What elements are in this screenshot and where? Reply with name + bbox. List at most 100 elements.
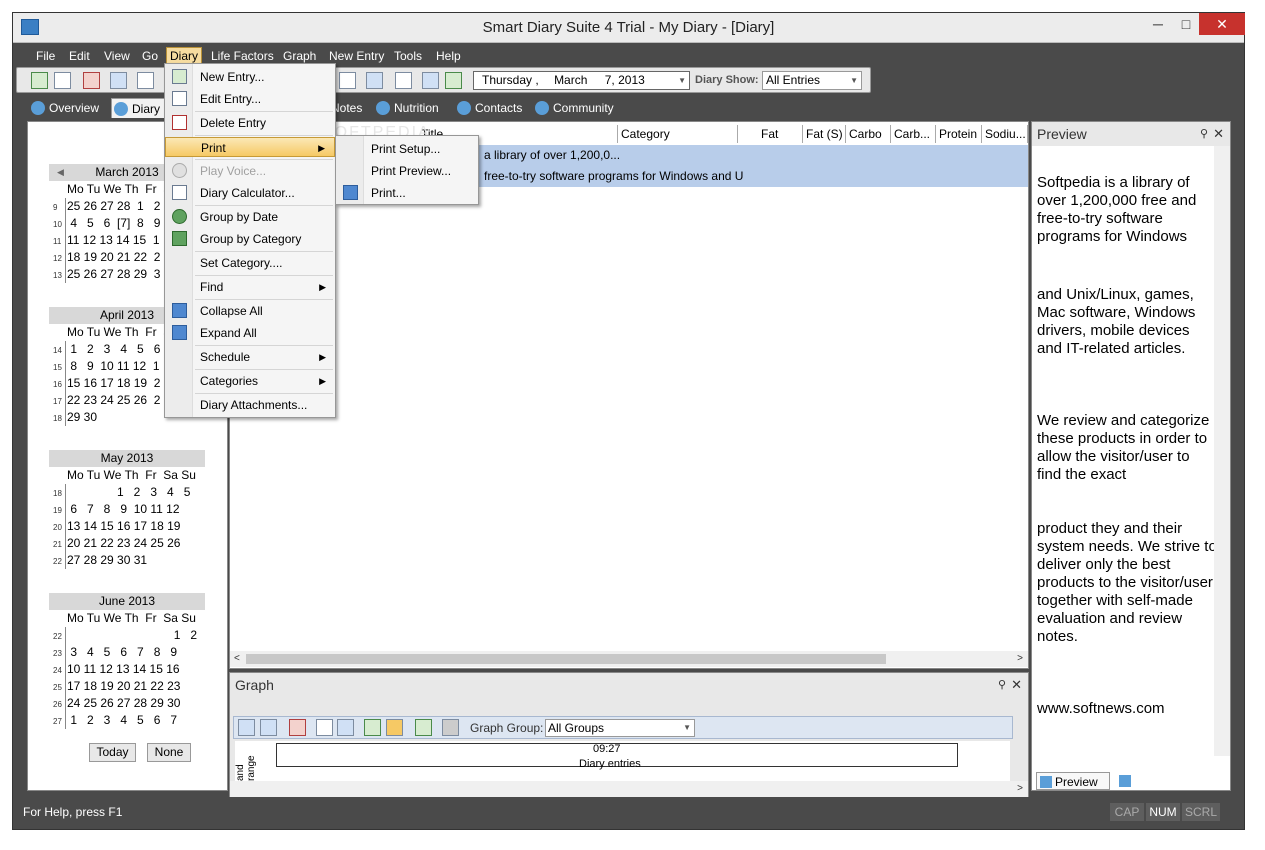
menu-file[interactable]: File: [33, 48, 58, 65]
minimize-button[interactable]: ─: [1143, 13, 1173, 35]
pin-icon[interactable]: ⚲: [998, 673, 1006, 697]
menu-view[interactable]: View: [101, 48, 133, 65]
column-carbo[interactable]: Carbo: [846, 125, 891, 143]
close-icon[interactable]: ✕: [1011, 673, 1022, 697]
day-cells[interactable]: 20 21 22 23 24 25 26: [67, 535, 180, 552]
date-picker[interactable]: Thursday , March 7, 2013 ▼: [473, 71, 690, 90]
day-cells[interactable]: 8 9 10 11 12 1: [67, 358, 159, 375]
close-icon[interactable]: ✕: [1213, 122, 1224, 146]
tab-community[interactable]: Community: [535, 98, 614, 118]
day-cells[interactable]: 25 26 27 28 1 2: [67, 198, 160, 215]
preview-vertical-scrollbar[interactable]: [1214, 146, 1230, 756]
menu-item-schedule[interactable]: Schedule ▶: [165, 347, 335, 367]
day-cells[interactable]: 17 18 19 20 21 22 23: [67, 678, 180, 695]
day-cells[interactable]: 1 2: [67, 627, 197, 644]
menu-item-group-by-date[interactable]: Group by Date: [165, 207, 335, 227]
menu-item-set-category[interactable]: Set Category....: [165, 253, 335, 273]
bar-chart-icon[interactable]: [364, 719, 381, 736]
table-view-icon[interactable]: [366, 72, 383, 89]
menu-item-expand-all[interactable]: Expand All: [165, 323, 335, 343]
scroll-right-icon[interactable]: >: [1017, 783, 1023, 794]
day-cells[interactable]: 29 30: [67, 409, 97, 426]
column-carb[interactable]: Carb...: [891, 125, 936, 143]
day-cells[interactable]: 15 16 17 18 19 2: [67, 375, 160, 392]
tab-overview[interactable]: Overview: [31, 98, 99, 118]
line-chart-icon[interactable]: [386, 719, 403, 736]
binoculars-icon[interactable]: [339, 72, 356, 89]
menu-item-print[interactable]: Print ▶: [165, 137, 335, 157]
column-protein[interactable]: Protein: [936, 125, 982, 143]
close-button[interactable]: ✕: [1199, 13, 1245, 35]
menu-tools[interactable]: Tools: [391, 48, 425, 65]
column-fat[interactable]: Fat: [758, 125, 803, 143]
menu-item-delete-entry[interactable]: Delete Entry: [165, 113, 335, 133]
day-cells[interactable]: 27 28 29 30 31: [67, 552, 147, 569]
scroll-right-icon[interactable]: >: [1017, 653, 1023, 664]
tab-life-factors[interactable]: Life Factors: [1116, 772, 1197, 790]
menu-item-diary-attachments[interactable]: Diary Attachments...: [165, 395, 335, 415]
save-icon[interactable]: [337, 719, 354, 736]
edit-entry-icon[interactable]: [54, 72, 71, 89]
collapse-icon[interactable]: [422, 72, 439, 89]
new-entry-icon[interactable]: [31, 72, 48, 89]
menu-item-edit-entry[interactable]: Edit Entry...: [165, 89, 335, 109]
menu-go[interactable]: Go: [139, 48, 161, 65]
day-cells[interactable]: 24 25 26 27 28 29 30: [67, 695, 180, 712]
menu-item-find[interactable]: Find ▶: [165, 277, 335, 297]
chart-options-icon[interactable]: [415, 719, 432, 736]
print-chart-icon[interactable]: [442, 719, 459, 736]
preview-link[interactable]: www.softnews.com: [1037, 700, 1217, 718]
tab-preview[interactable]: Preview: [1036, 772, 1110, 790]
menu-item-print-preview[interactable]: Print Preview...: [336, 161, 478, 181]
menu-item-categories[interactable]: Categories ▶: [165, 371, 335, 391]
menu-edit[interactable]: Edit: [66, 48, 93, 65]
grid-horizontal-scrollbar[interactable]: < >: [230, 651, 1028, 667]
menu-diary[interactable]: Diary: [166, 47, 203, 64]
delete-entry-icon[interactable]: [83, 72, 100, 89]
expand-icon[interactable]: [445, 72, 462, 89]
graph-group-select[interactable]: All Groups ▼: [545, 719, 695, 737]
day-cells[interactable]: 25 26 27 28 29 3: [67, 266, 160, 283]
menu-item-collapse-all[interactable]: Collapse All: [165, 301, 335, 321]
menu-item-new-entry[interactable]: New Entry...: [165, 67, 335, 87]
none-button[interactable]: None: [147, 743, 191, 762]
zoom-out-icon[interactable]: [260, 719, 277, 736]
day-cells[interactable]: 1 2 3 4 5 6: [67, 341, 160, 358]
column-fat-s[interactable]: Fat (S): [803, 125, 846, 143]
day-cells[interactable]: 18 19 20 21 22 2: [67, 249, 160, 266]
day-cells[interactable]: 22 23 24 25 26 2: [67, 392, 160, 409]
zoom-in-icon[interactable]: [238, 719, 255, 736]
scroll-left-icon[interactable]: <: [234, 653, 240, 664]
calendar-icon[interactable]: [395, 72, 412, 89]
menu-item-print-setup[interactable]: Print Setup...: [336, 139, 478, 159]
day-cells[interactable]: 13 14 15 16 17 18 19: [67, 518, 180, 535]
print-icon[interactable]: [110, 72, 127, 89]
pin-icon[interactable]: ⚲: [1200, 122, 1208, 146]
graph-horizontal-scrollbar[interactable]: >: [230, 781, 1028, 797]
copy-icon[interactable]: [316, 719, 333, 736]
tab-diary[interactable]: Diary: [111, 98, 168, 118]
day-cells[interactable]: 1 2 3 4 5 6 7: [67, 712, 177, 729]
day-cells[interactable]: 11 12 13 14 15 1: [67, 232, 160, 249]
day-cells[interactable]: 3 4 5 6 7 8 9: [67, 644, 177, 661]
menu-help[interactable]: Help: [433, 48, 464, 65]
day-cells[interactable]: 1 2 3 4 5: [67, 484, 190, 501]
today-button[interactable]: Today: [89, 743, 136, 762]
day-cells[interactable]: 10 11 12 13 14 15 16: [67, 661, 180, 678]
pin-chart-icon[interactable]: [289, 719, 306, 736]
calendar-dropdown-icon[interactable]: ▼: [678, 72, 686, 89]
day-cells[interactable]: 6 7 8 9 10 11 12: [67, 501, 179, 518]
prev-month-icon[interactable]: ◀: [57, 164, 64, 181]
column-sodium[interactable]: Sodiu...: [982, 125, 1028, 143]
column-category[interactable]: Category: [618, 125, 738, 143]
menu-item-diary-calculator[interactable]: Diary Calculator...: [165, 183, 335, 203]
maximize-button[interactable]: □: [1171, 13, 1201, 35]
diary-show-select[interactable]: All Entries ▼: [762, 71, 862, 90]
calculator-icon[interactable]: [137, 72, 154, 89]
day-cells[interactable]: 4 5 6 [7] 8 9: [67, 215, 160, 232]
tab-contacts[interactable]: Contacts: [457, 98, 522, 118]
menu-item-print-now[interactable]: Print...: [336, 183, 478, 203]
tab-nutrition[interactable]: Nutrition: [376, 98, 439, 118]
scroll-thumb[interactable]: [246, 654, 886, 664]
menu-item-group-by-category[interactable]: Group by Category: [165, 229, 335, 249]
